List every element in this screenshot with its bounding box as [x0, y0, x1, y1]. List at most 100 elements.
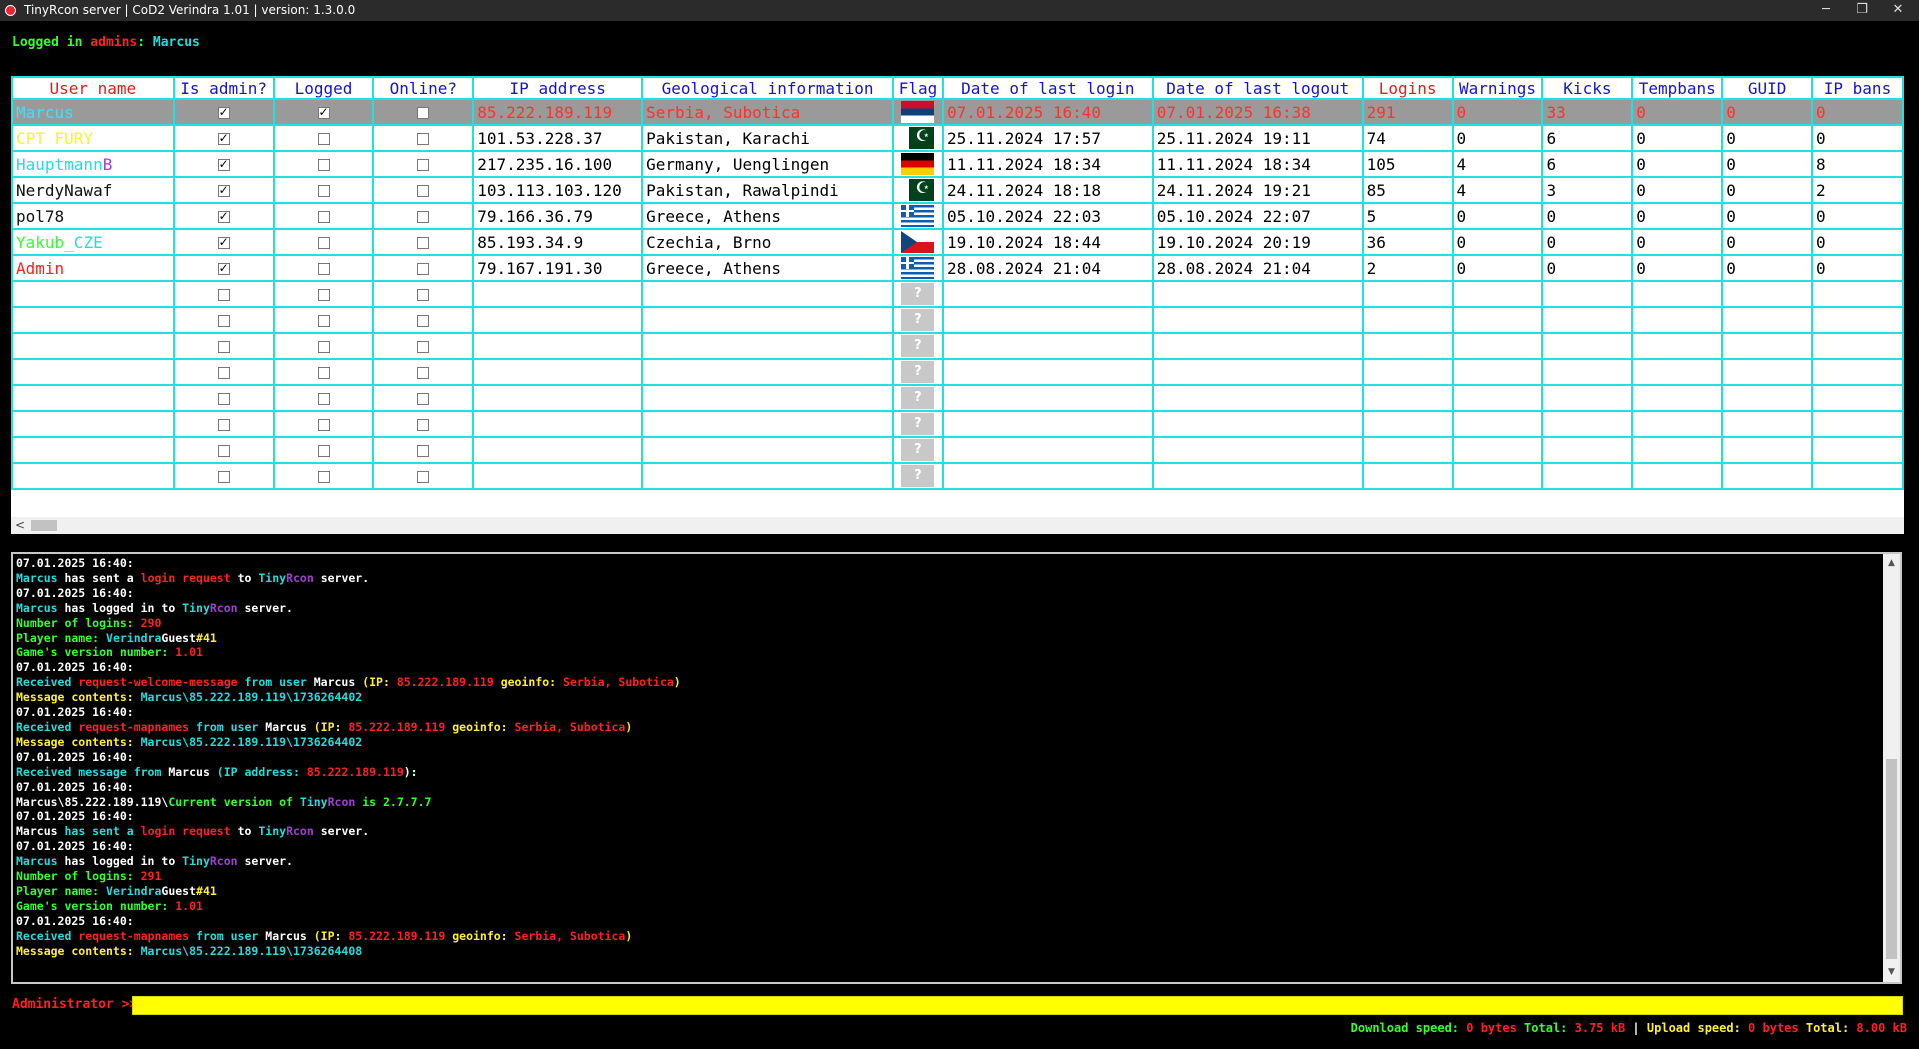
user-name-cell[interactable]	[11, 410, 175, 438]
is-admin-checkbox[interactable]	[217, 315, 230, 327]
online-checkbox[interactable]	[417, 341, 430, 353]
column-header[interactable]: Logged	[272, 76, 375, 100]
user-name-cell[interactable]	[11, 280, 175, 308]
is-admin-checkbox[interactable]	[217, 289, 230, 301]
user-name-cell[interactable]	[11, 358, 175, 386]
logged-checkbox[interactable]	[317, 159, 330, 171]
column-header[interactable]: IP address	[472, 76, 644, 100]
close-button[interactable]: ✕	[1879, 0, 1917, 21]
is-admin-checkbox[interactable]	[217, 209, 230, 223]
column-header[interactable]: Geological information	[641, 76, 894, 100]
user-name-cell[interactable]	[11, 462, 175, 490]
logged-checkbox[interactable]	[317, 289, 330, 301]
scroll-left-icon[interactable]: <	[15, 517, 25, 534]
users-grid[interactable]: User name Is admin? Logged Online? IP addres…	[11, 76, 1904, 534]
log-scroll-thumb[interactable]	[1886, 759, 1897, 959]
column-header[interactable]: IP bans	[1810, 76, 1904, 100]
online-checkbox[interactable]	[417, 367, 430, 379]
online-checkbox[interactable]	[417, 211, 430, 223]
user-name-cell[interactable]: Marcus	[11, 98, 175, 126]
logged-checkbox[interactable]	[317, 367, 330, 379]
is-admin-checkbox[interactable]	[217, 183, 230, 197]
column-header[interactable]: Kicks	[1541, 76, 1634, 100]
empty-row[interactable]: ?	[11, 280, 1904, 308]
online-checkbox[interactable]	[417, 263, 430, 275]
is-admin-checkbox[interactable]	[217, 105, 230, 119]
table-row[interactable]: HauptmannB 217.235.16.100Germany, Uenglin…	[11, 150, 1904, 178]
column-header[interactable]: Date of last login	[941, 76, 1154, 100]
online-checkbox[interactable]	[417, 393, 430, 405]
is-admin-checkbox[interactable]	[217, 393, 230, 405]
user-name-cell[interactable]	[11, 384, 175, 412]
column-header[interactable]: Logins	[1361, 76, 1454, 100]
empty-row[interactable]: ?	[11, 306, 1904, 334]
online-checkbox[interactable]	[417, 419, 430, 431]
is-admin-checkbox[interactable]	[217, 471, 230, 483]
is-admin-checkbox[interactable]	[217, 367, 230, 379]
online-checkbox[interactable]	[417, 315, 430, 327]
online-checkbox[interactable]	[417, 107, 430, 119]
is-admin-checkbox[interactable]	[217, 445, 230, 457]
horizontal-scrollbar[interactable]: <	[11, 517, 1904, 534]
scroll-up-icon[interactable]: ▲	[1883, 556, 1900, 571]
column-header[interactable]: User name	[11, 76, 175, 100]
online-checkbox[interactable]	[417, 159, 430, 171]
empty-row[interactable]: ?	[11, 436, 1904, 464]
empty-row[interactable]: ?	[11, 410, 1904, 438]
online-checkbox[interactable]	[417, 237, 430, 249]
user-name-cell[interactable]: HauptmannB	[11, 150, 175, 178]
online-checkbox[interactable]	[417, 133, 430, 145]
table-row[interactable]: pol78 79.166.36.79Greece, Athens 05.10.202…	[11, 202, 1904, 230]
scroll-thumb[interactable]	[31, 520, 57, 531]
logged-checkbox[interactable]	[317, 393, 330, 405]
logged-checkbox[interactable]	[317, 445, 330, 457]
user-name-cell[interactable]: Yakub_CZE	[11, 228, 175, 256]
logged-checkbox[interactable]	[317, 211, 330, 223]
column-header[interactable]: GUID	[1721, 76, 1813, 100]
logged-checkbox[interactable]	[317, 185, 330, 197]
is-admin-checkbox[interactable]	[217, 131, 230, 145]
column-header[interactable]: Tempbans	[1631, 76, 1724, 100]
user-name-cell[interactable]: pol78	[11, 202, 175, 230]
logged-checkbox[interactable]	[317, 263, 330, 275]
is-admin-checkbox[interactable]	[217, 157, 230, 171]
table-row[interactable]: Yakub_CZE 85.193.34.9Czechia, Brno 19.10.2…	[11, 228, 1904, 256]
table-row[interactable]: Marcus 85.222.189.119Serbia, Subotica 07.0…	[11, 98, 1904, 126]
logged-checkbox[interactable]	[317, 237, 330, 249]
logged-checkbox[interactable]	[317, 105, 330, 119]
empty-row[interactable]: ?	[11, 332, 1904, 360]
column-header[interactable]: Flag	[891, 76, 944, 100]
user-name-cell[interactable]: CPT FURY	[11, 124, 175, 152]
online-checkbox[interactable]	[417, 289, 430, 301]
online-checkbox[interactable]	[417, 445, 430, 457]
is-admin-checkbox[interactable]	[217, 235, 230, 249]
scroll-down-icon[interactable]: ▼	[1883, 965, 1900, 980]
empty-row[interactable]: ?	[11, 358, 1904, 386]
log-vertical-scrollbar[interactable]: ▲ ▼	[1883, 554, 1900, 982]
online-checkbox[interactable]	[417, 185, 430, 197]
is-admin-checkbox[interactable]	[217, 261, 230, 275]
logged-checkbox[interactable]	[317, 419, 330, 431]
column-header[interactable]: Is admin?	[172, 76, 275, 100]
logged-checkbox[interactable]	[317, 315, 330, 327]
user-name-cell[interactable]: Admin	[11, 254, 175, 282]
user-name-cell[interactable]	[11, 436, 175, 464]
column-header[interactable]: Online?	[372, 76, 475, 100]
logged-checkbox[interactable]	[317, 471, 330, 483]
minimize-button[interactable]: ─	[1807, 0, 1845, 21]
table-row[interactable]: CPT FURY 101.53.228.37Pakistan, Karachi 25…	[11, 124, 1904, 152]
logged-checkbox[interactable]	[317, 133, 330, 145]
column-header[interactable]: Date of last logout	[1151, 76, 1364, 100]
user-name-cell[interactable]	[11, 306, 175, 334]
command-input[interactable]	[132, 996, 1903, 1015]
empty-row[interactable]: ?	[11, 384, 1904, 412]
table-row[interactable]: Admin 79.167.191.30Greece, Athens 28.08.20…	[11, 254, 1904, 282]
logged-checkbox[interactable]	[317, 341, 330, 353]
column-header[interactable]: Warnings	[1451, 76, 1544, 100]
message-log[interactable]: 07.01.2025 16:40: Marcus has sent a login…	[11, 552, 1902, 984]
online-checkbox[interactable]	[417, 471, 430, 483]
empty-row[interactable]: ?	[11, 462, 1904, 490]
is-admin-checkbox[interactable]	[217, 341, 230, 353]
user-name-cell[interactable]	[11, 332, 175, 360]
user-name-cell[interactable]: NerdyNawaf	[11, 176, 175, 204]
